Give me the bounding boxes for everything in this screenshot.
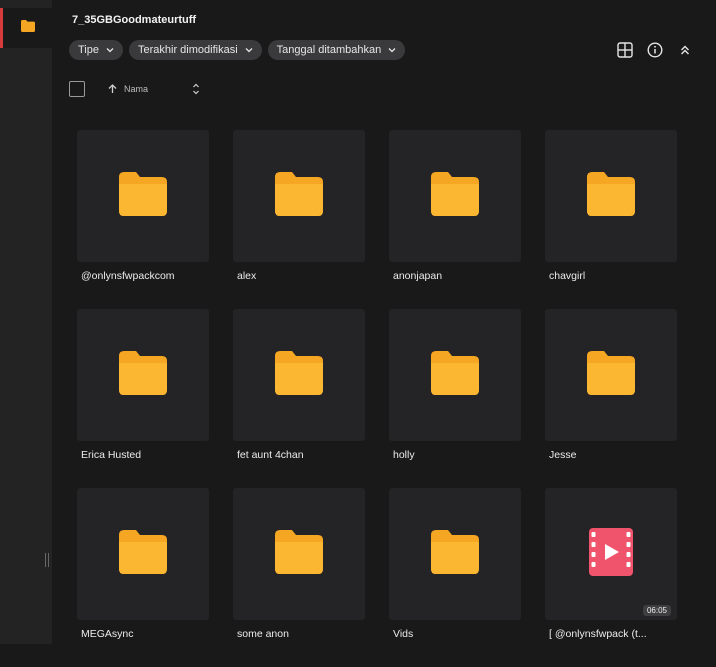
tile-thumbnail: 06:05 [545,488,677,620]
tile-name: anonjapan [393,270,443,282]
chevron-down-icon [388,48,396,53]
tile-name: some anon [237,628,289,640]
tile-name: chavgirl [549,270,586,282]
sort-control[interactable]: Nama [108,82,200,96]
tile-name: Erica Husted [81,449,142,461]
tile-name: Jesse [549,449,577,461]
folder-icon [431,171,479,221]
view-tools [616,41,693,58]
rail-resize-handle[interactable] [45,553,49,567]
filter-added-label: Tanggal ditambahkan [276,44,382,56]
collapse-icon[interactable] [676,41,693,58]
filter-added[interactable]: Tanggal ditambahkan [267,40,406,60]
tile-thumbnail [389,309,521,441]
folder-icon [431,350,479,400]
folder-tile[interactable]: chavgirl [545,130,677,309]
folder-title: 7_35GBGoodmateurtuff [72,14,197,26]
folder-tile[interactable]: @onlynsfwpackcom [77,130,209,309]
sort-toggle-icon [193,83,199,95]
video-tile[interactable]: 06:05 [ @onlynsfwpack (t... [545,488,677,667]
folder-icon [275,529,323,579]
tile-thumbnail [77,309,209,441]
folder-icon [587,350,635,400]
tile-name: @onlynsfwpackcom [81,270,175,282]
grid-view-icon[interactable] [616,41,633,58]
folder-tile[interactable]: MEGAsync [77,488,209,667]
tile-thumbnail [545,130,677,262]
video-file-icon [589,527,633,581]
folder-icon [275,171,323,221]
tile-name: Vids [393,628,414,640]
info-icon[interactable] [646,41,663,58]
folder-tile[interactable]: Vids [389,488,521,667]
folder-tile[interactable]: anonjapan [389,130,521,309]
folder-icon [119,529,167,579]
file-grid: @onlynsfwpackcom alex anonjapan chavgirl Eri… [77,130,677,667]
filter-modified-label: Terakhir dimodifikasi [138,44,238,56]
tile-thumbnail [389,130,521,262]
filter-type[interactable]: Tipe [69,40,123,60]
folder-tile[interactable]: Erica Husted [77,309,209,488]
chevron-down-icon [245,48,253,53]
video-duration-badge: 06:05 [642,605,671,616]
filter-type-label: Tipe [78,44,99,56]
folder-tile[interactable]: some anon [233,488,365,667]
tile-thumbnail [389,488,521,620]
tile-thumbnail [545,309,677,441]
tile-name: fet aunt 4chan [237,449,304,461]
filter-chips: Tipe Terakhir dimodifikasi Tanggal ditam… [69,40,406,60]
tile-name: holly [393,449,415,461]
tile-thumbnail [77,130,209,262]
folder-icon [431,529,479,579]
tile-name: alex [237,270,257,282]
side-rail [0,0,52,644]
folder-tile[interactable]: Jesse [545,309,677,488]
filter-modified[interactable]: Terakhir dimodifikasi [129,40,262,60]
folder-tile[interactable]: fet aunt 4chan [233,309,365,488]
folder-icon [119,350,167,400]
folder-icon [587,171,635,221]
folder-icon [275,350,323,400]
select-all-checkbox[interactable] [69,81,85,97]
tile-name: [ @onlynsfwpack (t... [549,628,647,640]
folder-icon [119,171,167,221]
tile-thumbnail [233,130,365,262]
folder-tile[interactable]: holly [389,309,521,488]
arrow-up-icon [108,84,117,93]
tile-thumbnail [233,309,365,441]
tile-thumbnail [233,488,365,620]
tile-thumbnail [77,488,209,620]
tile-name: MEGAsync [81,628,134,640]
chevron-down-icon [106,48,114,53]
folder-tile[interactable]: alex [233,130,365,309]
sort-label: Nama [124,84,149,94]
folder-icon [20,19,35,37]
rail-item-files[interactable] [0,8,52,48]
